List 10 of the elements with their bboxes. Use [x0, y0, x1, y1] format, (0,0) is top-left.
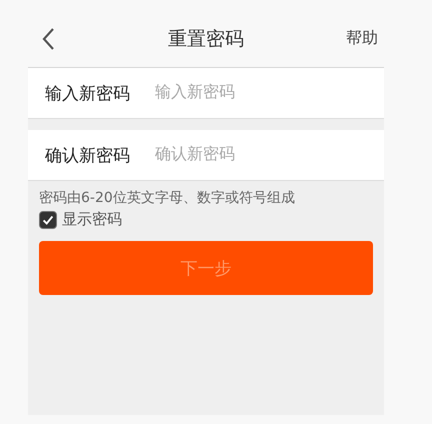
show-password-checkbox[interactable] [39, 210, 57, 228]
back-icon[interactable] [41, 26, 55, 50]
field-label: 确认新密码 [45, 144, 131, 166]
help-link[interactable]: 帮助 [346, 28, 378, 49]
password-field[interactable]: 确认新密码 [153, 145, 357, 165]
field-label: 输入新密码 [45, 82, 131, 104]
page-title: 重置密码 [168, 26, 244, 52]
password-field[interactable]: 输入新密码 [153, 83, 357, 103]
password-hint: 密码由6-20位英文字母、数字或符号组成 [39, 189, 296, 207]
checkbox-label: 显示密码 [62, 210, 122, 229]
